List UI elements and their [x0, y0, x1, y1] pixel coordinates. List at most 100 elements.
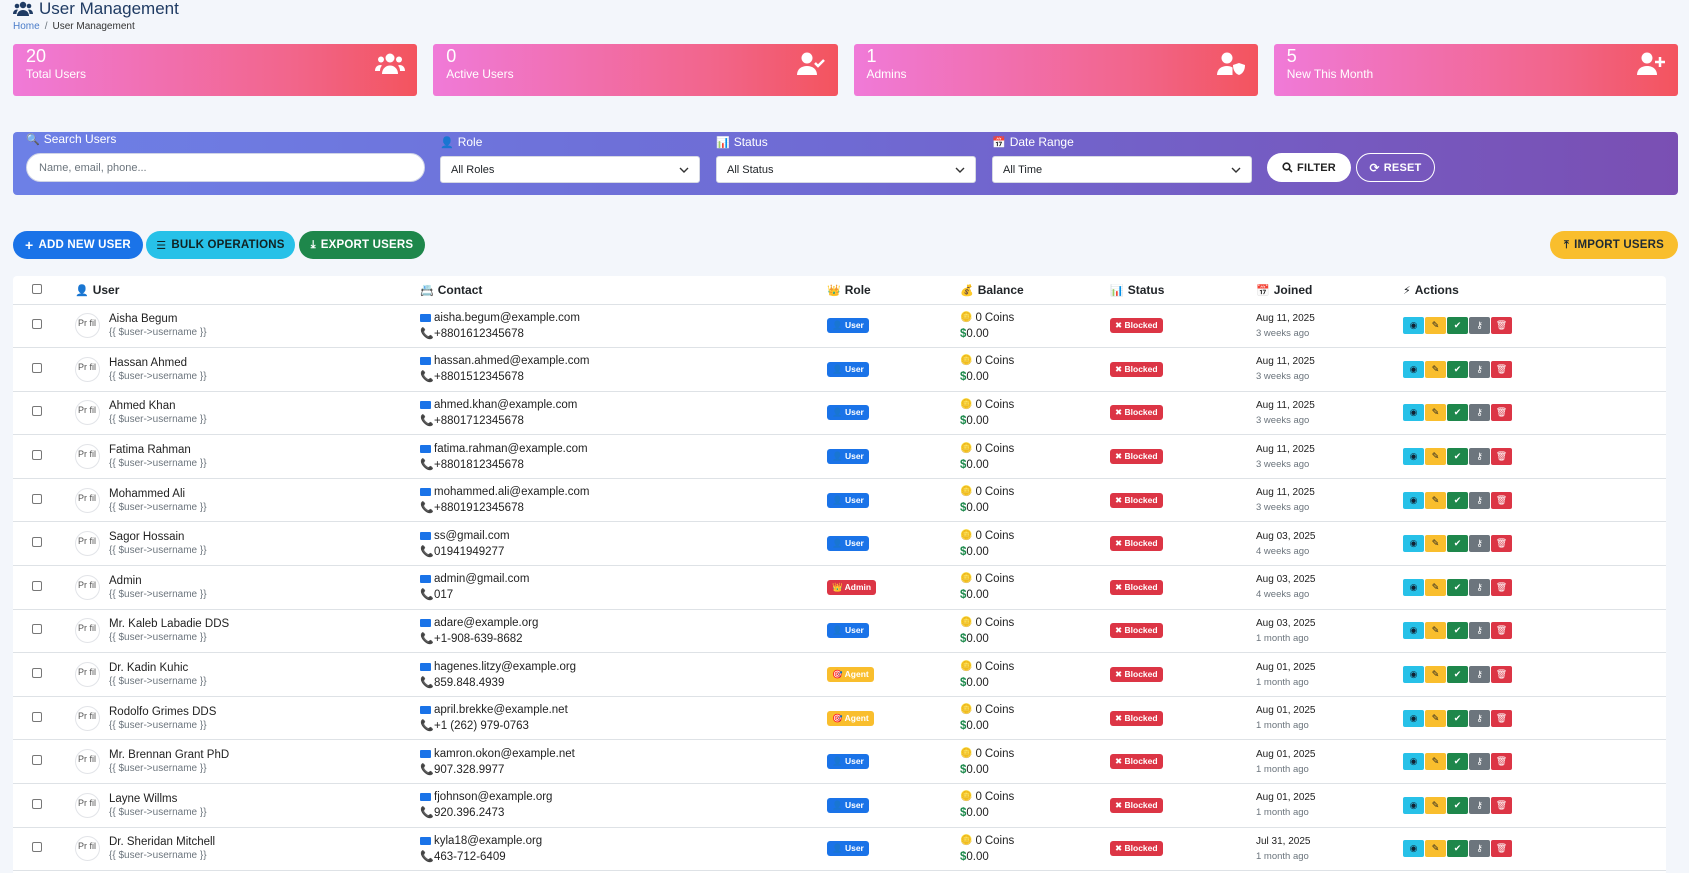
- view-button[interactable]: ◉: [1403, 404, 1424, 422]
- view-button[interactable]: ◉: [1403, 709, 1424, 727]
- reset-password-button[interactable]: ⚷: [1469, 491, 1490, 509]
- edit-button[interactable]: ✎: [1425, 448, 1446, 466]
- reset-password-button[interactable]: ⚷: [1469, 622, 1490, 640]
- view-button[interactable]: ◉: [1403, 317, 1424, 335]
- user-plus-icon: [1637, 52, 1665, 75]
- delete-button[interactable]: 🗑: [1491, 317, 1512, 335]
- row-checkbox[interactable]: [32, 493, 42, 504]
- edit-button[interactable]: ✎: [1425, 578, 1446, 596]
- select-all-cell: [13, 276, 75, 305]
- coin-amount: 0: [975, 616, 982, 629]
- view-button[interactable]: ◉: [1403, 578, 1424, 596]
- select-all-checkbox[interactable]: [32, 283, 42, 294]
- user-email: fjohnson@example.org: [434, 791, 553, 804]
- view-button[interactable]: ◉: [1403, 535, 1424, 553]
- row-checkbox[interactable]: [32, 798, 42, 809]
- user-check-icon: [796, 52, 825, 75]
- approve-button[interactable]: ✔: [1447, 578, 1468, 596]
- approve-button[interactable]: ✔: [1447, 622, 1468, 640]
- add-user-label: ADD NEW USER: [38, 239, 131, 251]
- delete-button[interactable]: 🗑: [1491, 535, 1512, 553]
- edit-button[interactable]: ✎: [1425, 317, 1446, 335]
- row-checkbox[interactable]: [32, 624, 42, 635]
- reset-password-button[interactable]: ⚷: [1469, 404, 1490, 422]
- edit-button[interactable]: ✎: [1425, 709, 1446, 727]
- row-checkbox[interactable]: [32, 755, 42, 766]
- reset-password-button[interactable]: ⚷: [1469, 666, 1490, 684]
- view-button[interactable]: ◉: [1403, 491, 1424, 509]
- view-button[interactable]: ◉: [1403, 360, 1424, 378]
- approve-button[interactable]: ✔: [1447, 753, 1468, 771]
- view-button[interactable]: ◉: [1403, 666, 1424, 684]
- role-select[interactable]: All Roles: [440, 156, 700, 183]
- row-checkbox[interactable]: [32, 406, 42, 417]
- avatar: Pr fil: [75, 705, 100, 731]
- approve-button[interactable]: ✔: [1447, 360, 1468, 378]
- delete-button[interactable]: 🗑: [1491, 622, 1512, 640]
- search-input[interactable]: [26, 153, 425, 182]
- row-checkbox[interactable]: [32, 362, 42, 373]
- delete-button[interactable]: 🗑: [1491, 666, 1512, 684]
- edit-button[interactable]: ✎: [1425, 360, 1446, 378]
- row-checkbox[interactable]: [32, 668, 42, 679]
- approve-button[interactable]: ✔: [1447, 491, 1468, 509]
- reset-password-button[interactable]: ⚷: [1469, 448, 1490, 466]
- reset-password-button[interactable]: ⚷: [1469, 753, 1490, 771]
- approve-button[interactable]: ✔: [1447, 535, 1468, 553]
- delete-button[interactable]: 🗑: [1491, 448, 1512, 466]
- edit-button[interactable]: ✎: [1425, 840, 1446, 858]
- row-checkbox[interactable]: [32, 537, 42, 548]
- row-checkbox[interactable]: [32, 450, 42, 461]
- reset-button[interactable]: ⟳ RESET: [1356, 153, 1435, 182]
- import-users-button[interactable]: ⤒ IMPORT USERS: [1550, 231, 1678, 259]
- actions-cell: ◉ ✎ ✔ ⚷ 🗑: [1403, 391, 1666, 436]
- approve-button[interactable]: ✔: [1447, 448, 1468, 466]
- edit-button[interactable]: ✎: [1425, 796, 1446, 814]
- row-checkbox[interactable]: [32, 580, 42, 591]
- row-checkbox[interactable]: [32, 842, 42, 853]
- reset-password-button[interactable]: ⚷: [1469, 317, 1490, 335]
- status-select[interactable]: All Status: [716, 156, 976, 183]
- reset-password-button[interactable]: ⚷: [1469, 709, 1490, 727]
- reset-password-button[interactable]: ⚷: [1469, 840, 1490, 858]
- approve-button[interactable]: ✔: [1447, 404, 1468, 422]
- approve-button[interactable]: ✔: [1447, 709, 1468, 727]
- reset-password-button[interactable]: ⚷: [1469, 535, 1490, 553]
- edit-button[interactable]: ✎: [1425, 491, 1446, 509]
- export-users-button[interactable]: ⤓ EXPORT USERS: [299, 231, 425, 259]
- delete-button[interactable]: 🗑: [1491, 360, 1512, 378]
- view-button[interactable]: ◉: [1403, 622, 1424, 640]
- reset-password-button[interactable]: ⚷: [1469, 796, 1490, 814]
- edit-button[interactable]: ✎: [1425, 535, 1446, 553]
- approve-button[interactable]: ✔: [1447, 317, 1468, 335]
- view-button[interactable]: ◉: [1403, 753, 1424, 771]
- edit-button[interactable]: ✎: [1425, 666, 1446, 684]
- approve-button[interactable]: ✔: [1447, 666, 1468, 684]
- reset-password-button[interactable]: ⚷: [1469, 578, 1490, 596]
- breadcrumb-home[interactable]: Home: [13, 21, 40, 32]
- delete-button[interactable]: 🗑: [1491, 796, 1512, 814]
- row-checkbox[interactable]: [32, 711, 42, 722]
- delete-button[interactable]: 🗑: [1491, 578, 1512, 596]
- filter-button[interactable]: FILTER: [1267, 153, 1351, 182]
- edit-button[interactable]: ✎: [1425, 753, 1446, 771]
- delete-button[interactable]: 🗑: [1491, 709, 1512, 727]
- row-checkbox[interactable]: [32, 319, 42, 330]
- view-button[interactable]: ◉: [1403, 448, 1424, 466]
- reset-password-button[interactable]: ⚷: [1469, 360, 1490, 378]
- bulk-operations-button[interactable]: ☰ BULK OPERATIONS: [146, 231, 295, 259]
- edit-button[interactable]: ✎: [1425, 404, 1446, 422]
- user-phone: 907.328.9977: [434, 763, 505, 776]
- view-button[interactable]: ◉: [1403, 796, 1424, 814]
- delete-button[interactable]: 🗑: [1491, 840, 1512, 858]
- x-icon: ✖: [1115, 494, 1123, 505]
- approve-button[interactable]: ✔: [1447, 796, 1468, 814]
- edit-button[interactable]: ✎: [1425, 622, 1446, 640]
- approve-button[interactable]: ✔: [1447, 840, 1468, 858]
- delete-button[interactable]: 🗑: [1491, 491, 1512, 509]
- delete-button[interactable]: 🗑: [1491, 404, 1512, 422]
- add-user-button[interactable]: + ADD NEW USER: [13, 231, 143, 259]
- view-button[interactable]: ◉: [1403, 840, 1424, 858]
- date-select[interactable]: All Time: [992, 156, 1252, 183]
- delete-button[interactable]: 🗑: [1491, 753, 1512, 771]
